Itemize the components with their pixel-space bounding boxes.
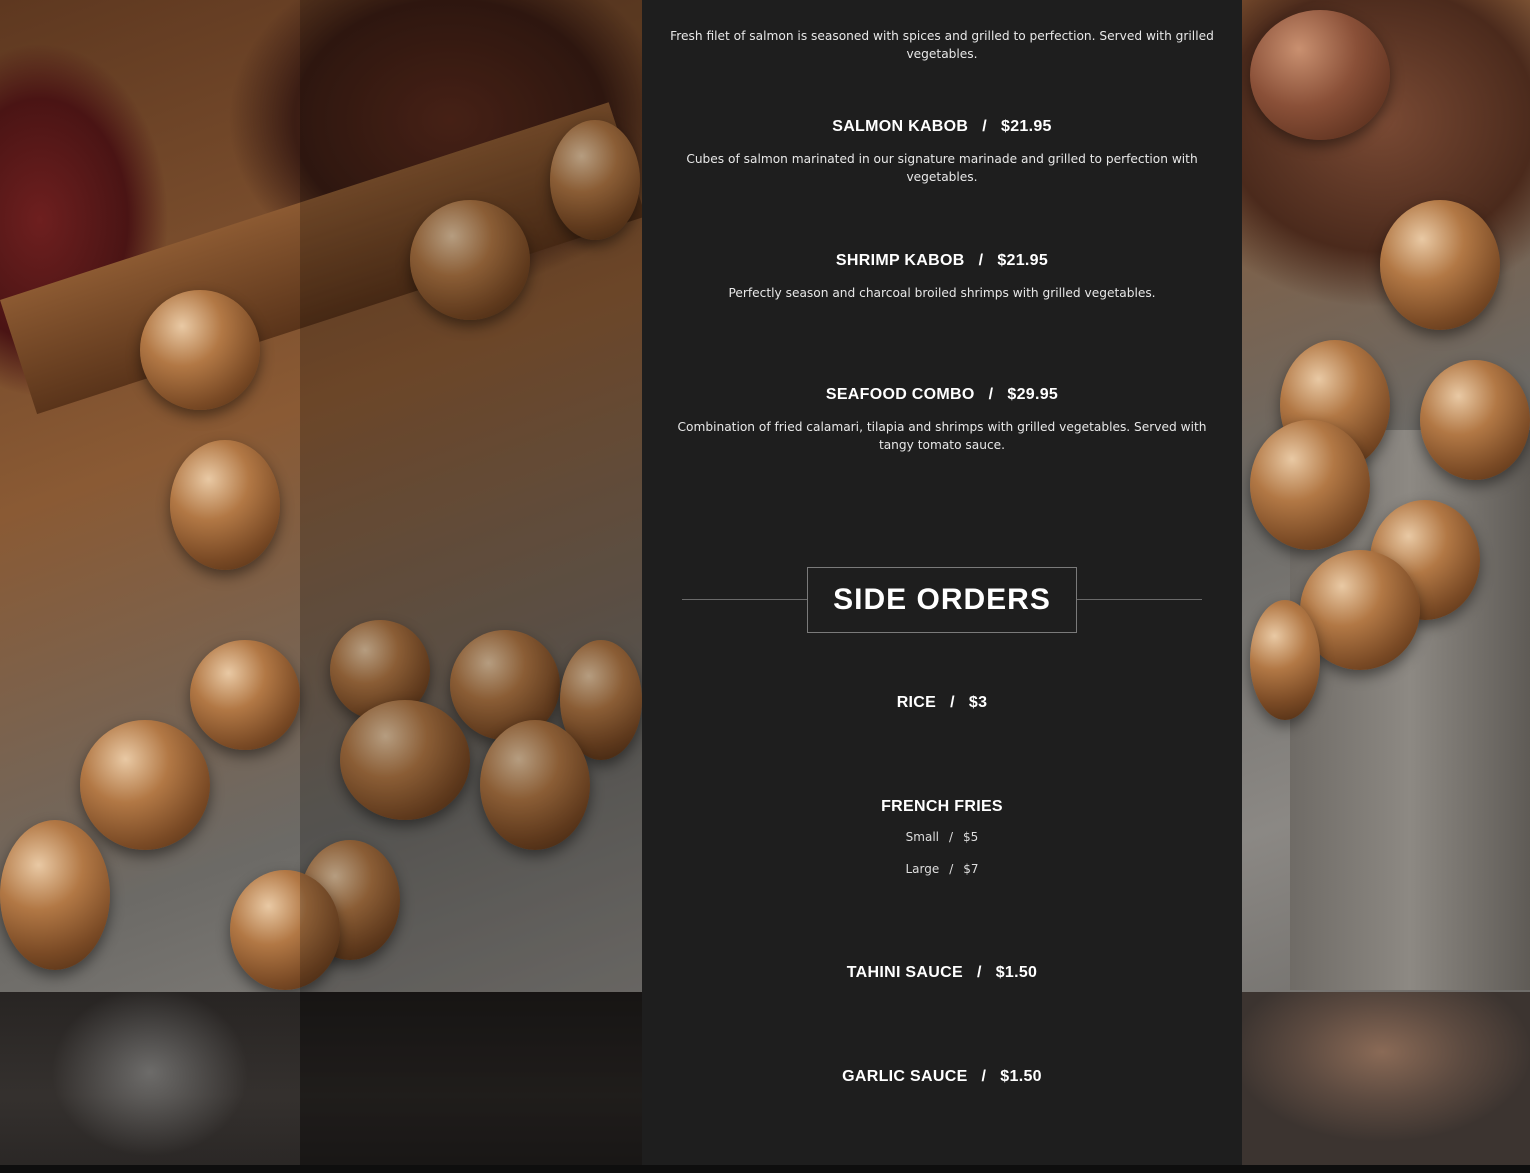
price-separator: /	[950, 694, 955, 711]
price-separator: /	[976, 964, 982, 981]
menu-item-garlic-sauce: GARLIC SAUCE / $1.50	[642, 1068, 1242, 1086]
price-separator: /	[949, 830, 954, 844]
menu-item-heading: SALMON KABOB / $21.95	[642, 118, 1242, 136]
size-option-small: Small / $5	[642, 830, 1242, 848]
bead	[1250, 420, 1370, 550]
size-price: $7	[963, 862, 979, 876]
menu-item-description: Combination of fried calamari, tilapia a…	[677, 420, 1207, 452]
bead	[80, 720, 210, 850]
menu-item-description: Perfectly season and charcoal broiled sh…	[728, 286, 1156, 300]
size-price: $5	[963, 830, 979, 844]
heading-rule-right	[1076, 599, 1202, 600]
size-label: Small	[905, 830, 939, 844]
menu-item-heading: GARLIC SAUCE / $1.50	[642, 1068, 1242, 1086]
menu-item-shrimp-kabob: SHRIMP KABOB / $21.95 Perfectly season and…	[642, 252, 1242, 302]
menu-item-heading: SHRIMP KABOB / $21.95	[642, 252, 1242, 270]
menu-item-name: TAHINI SAUCE	[846, 964, 963, 981]
bead-blur	[1242, 992, 1530, 1165]
menu-item-name: RICE	[896, 694, 937, 711]
price-separator: /	[978, 252, 984, 269]
section-heading-side-orders: SIDE ORDERS	[682, 567, 1202, 633]
footer-bar	[0, 1165, 1530, 1173]
bead	[140, 290, 260, 410]
menu-item-rice: RICE / $3	[642, 694, 1242, 712]
menu-item-name: SEAFOOD COMBO	[825, 386, 975, 403]
price-separator: /	[982, 118, 988, 135]
price-separator: /	[981, 1068, 987, 1085]
menu-item-price: $21.95	[1001, 118, 1052, 135]
bead	[170, 440, 280, 570]
size-label: Large	[905, 862, 940, 876]
menu-item-french-fries: FRENCH FRIES Small / $5 Large / $7	[642, 798, 1242, 880]
menu-item-name: SALMON KABOB	[832, 118, 969, 135]
bead	[1250, 600, 1320, 720]
size-option-large: Large / $7	[642, 862, 1242, 880]
glass-bowl-blur	[0, 992, 300, 1165]
photo-darken-left	[300, 0, 642, 992]
photo-darken-bottom	[300, 992, 642, 1165]
price-separator: /	[988, 386, 994, 403]
bead	[1250, 10, 1390, 140]
bead	[1420, 360, 1530, 480]
menu-item-description: Cubes of salmon marinated in our signatu…	[686, 152, 1198, 184]
menu-item-heading: TAHINI SAUCE / $1.50	[642, 964, 1242, 982]
menu-item-name: GARLIC SAUCE	[842, 1068, 968, 1085]
bead	[1380, 200, 1500, 330]
menu-item-price: $21.95	[997, 252, 1049, 269]
menu-item-heading: RICE / $3	[642, 694, 1242, 712]
price-separator: /	[949, 862, 954, 876]
menu-item-salmon-kabob: SALMON KABOB / $21.95 Cubes of salmon mari…	[642, 118, 1242, 186]
heading-rule-left	[682, 599, 808, 600]
menu-item-heading: SEAFOOD COMBO / $29.95	[642, 386, 1242, 404]
menu-item-price: $1.50	[1000, 1068, 1042, 1085]
section-title: SIDE ORDERS	[833, 583, 1051, 616]
menu-item-name: SHRIMP KABOB	[835, 252, 965, 269]
bead	[0, 820, 110, 970]
bead	[190, 640, 300, 750]
menu-panel: Fresh filet of salmon is seasoned with s…	[642, 0, 1242, 1165]
menu-item-seafood-combo: SEAFOOD COMBO / $29.95 Combination of frie…	[642, 386, 1242, 454]
menu-item: Fresh filet of salmon is seasoned with s…	[642, 0, 1242, 63]
heading-frame: SIDE ORDERS	[807, 567, 1077, 633]
menu-item-description: Fresh filet of salmon is seasoned with s…	[670, 29, 1214, 61]
menu-item-tahini-sauce: TAHINI SAUCE / $1.50	[642, 964, 1242, 982]
menu-item-price: $1.50	[995, 964, 1038, 981]
menu-item-price: $29.95	[1007, 386, 1059, 403]
menu-item-name: FRENCH FRIES	[881, 798, 1003, 815]
menu-item-price: $3	[968, 694, 988, 711]
